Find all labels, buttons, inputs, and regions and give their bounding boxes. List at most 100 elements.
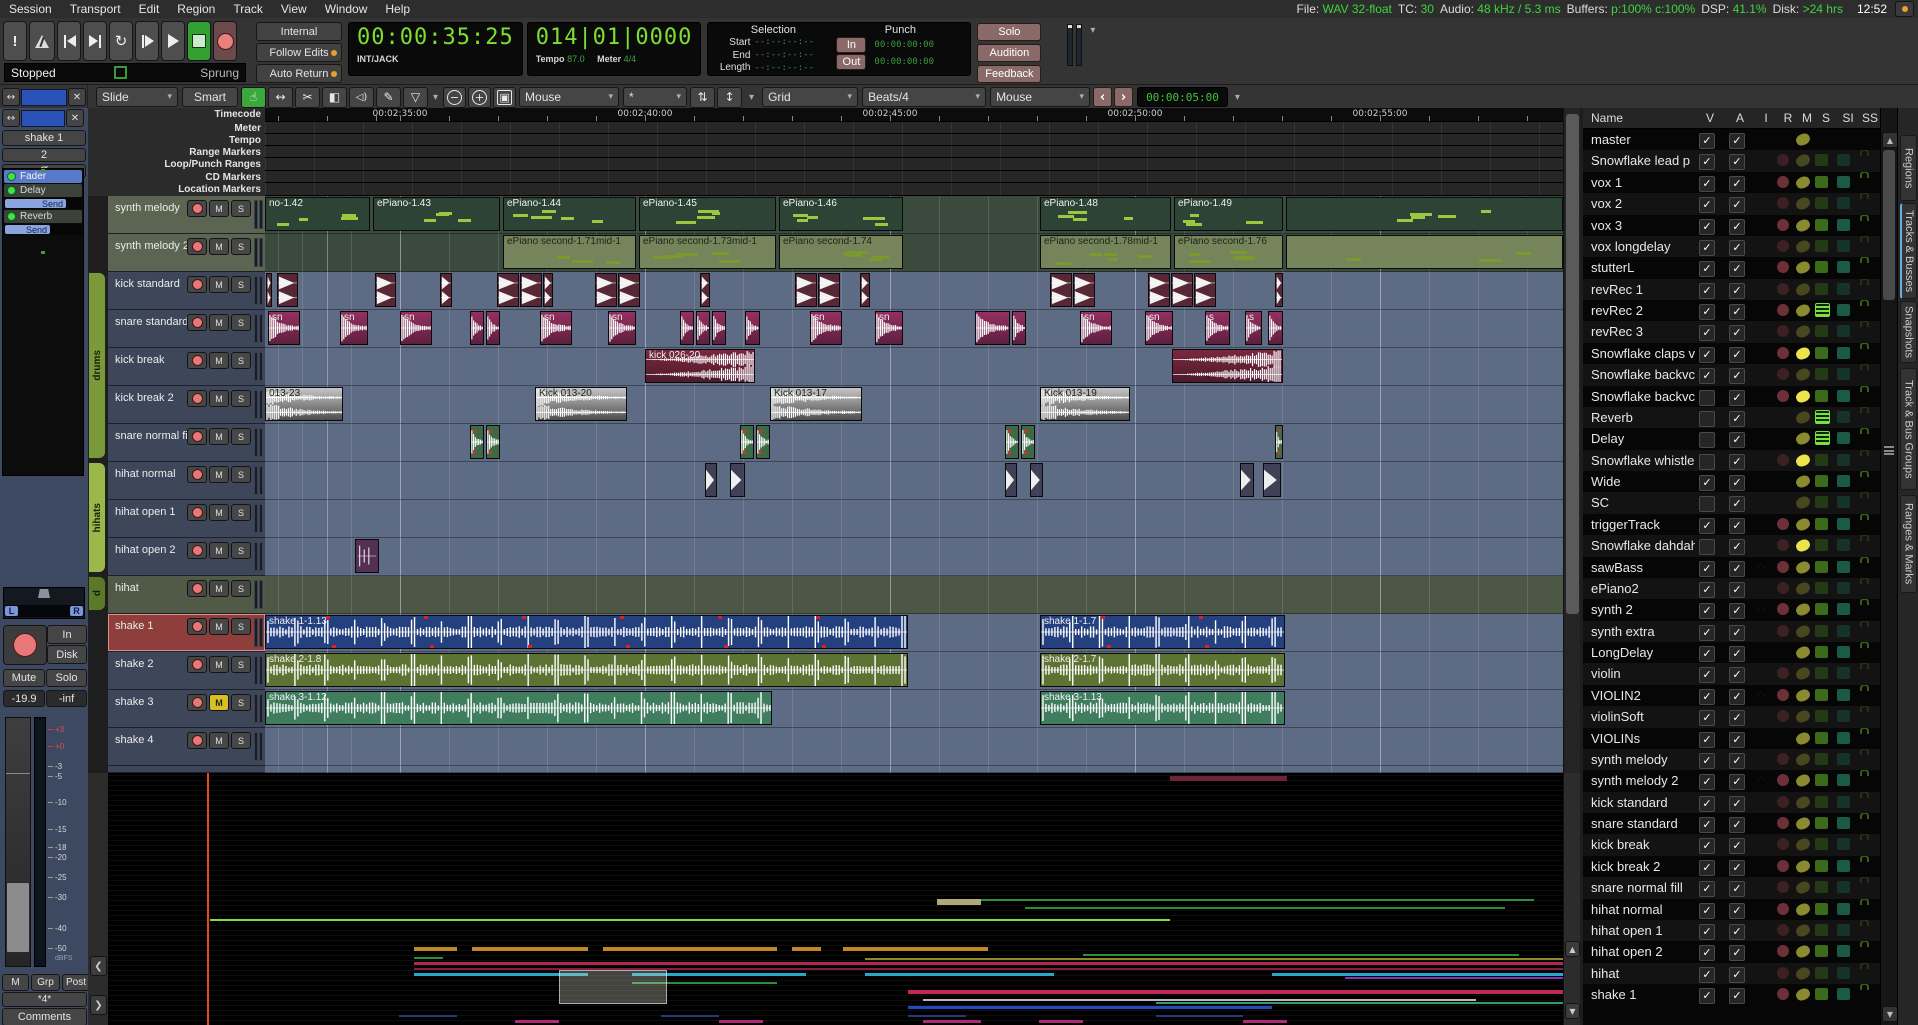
track-record-button[interactable] <box>187 618 207 635</box>
summary-view-rectangle[interactable] <box>559 970 667 1005</box>
audio-region[interactable]: sn <box>540 311 572 345</box>
audio-region[interactable] <box>1021 425 1035 459</box>
nudge-clock[interactable]: 00:00:05:00 <box>1137 87 1228 107</box>
track-list-row[interactable]: hihat✓✓ <box>1583 963 1880 984</box>
active-checkbox[interactable]: ✓ <box>1729 625 1745 641</box>
column-header-name[interactable]: Name <box>1591 111 1623 125</box>
active-checkbox[interactable]: ✓ <box>1729 838 1745 854</box>
menu-transport[interactable]: Transport <box>61 2 130 16</box>
track-record-button[interactable] <box>187 504 207 521</box>
track-list-row[interactable]: kick break ✓ ✓ <box>1583 834 1880 855</box>
audio-region[interactable] <box>1148 273 1170 307</box>
track-lane-snare-standard[interactable]: snsnsnsnsnsnsnsnsnss <box>265 310 1563 348</box>
row-track-name[interactable]: violinSoft <box>1591 709 1695 724</box>
visible-checkbox[interactable] <box>1699 432 1715 448</box>
menu-window[interactable]: Window <box>316 2 377 16</box>
track-record-button[interactable] <box>187 732 207 749</box>
zoom-out-button[interactable]: − <box>443 87 466 108</box>
summary-overview[interactable] <box>108 773 1563 1025</box>
audio-region[interactable] <box>795 273 817 307</box>
active-checkbox[interactable]: ✓ <box>1729 240 1745 256</box>
active-checkbox[interactable]: ✓ <box>1729 582 1745 598</box>
track-list-row[interactable]: hihat normal✓✓ <box>1583 899 1880 920</box>
ruler-label-loop-punch-ranges[interactable]: Loop/Punch Ranges <box>164 159 261 170</box>
visible-checkbox[interactable]: ✓ <box>1699 561 1715 577</box>
grab-tool-button[interactable]: ☝ <box>241 87 266 108</box>
audition-button[interactable]: Audition <box>977 44 1041 62</box>
toolbar-chevron[interactable]: ▾ <box>1235 92 1240 103</box>
visible-checkbox[interactable]: ✓ <box>1699 838 1715 854</box>
track-list-row[interactable]: synth 2✓✓ <box>1583 599 1880 620</box>
visible-checkbox[interactable]: ✓ <box>1699 240 1715 256</box>
visible-checkbox[interactable]: ✓ <box>1699 176 1715 192</box>
punch-in-button[interactable]: In <box>836 37 866 53</box>
punch-out-button[interactable]: Out <box>836 54 866 70</box>
audio-region[interactable] <box>497 273 519 307</box>
processor-led[interactable] <box>7 212 16 221</box>
active-checkbox[interactable]: ✓ <box>1729 154 1745 170</box>
track-name[interactable]: synth melody 2 <box>115 240 189 252</box>
row-track-name[interactable]: kick break <box>1591 837 1695 852</box>
track-header-shake-1[interactable]: shake 1MS <box>108 614 265 652</box>
track-list-row[interactable]: stutterL✓✓ <box>1583 257 1880 278</box>
track-header-kick-break-2[interactable]: kick break 2MS <box>108 386 265 424</box>
track-mute-button[interactable]: M <box>209 656 229 673</box>
audio-region[interactable] <box>266 273 272 307</box>
track-name[interactable]: hihat open 2 <box>115 544 176 556</box>
audio-region[interactable] <box>700 273 710 307</box>
ruler-row[interactable] <box>265 183 1563 196</box>
track-header-kick-standard[interactable]: kick standardMS <box>108 272 265 310</box>
panel-tab-ranges-marks[interactable]: Ranges & Marks <box>1900 495 1917 593</box>
audio-region[interactable]: shake 2-1.7 <box>1040 653 1285 687</box>
visible-checkbox[interactable] <box>1699 390 1715 406</box>
audio-region[interactable] <box>696 311 710 345</box>
row-track-name[interactable]: vox longdelay <box>1591 239 1695 254</box>
visible-checkbox[interactable]: ✓ <box>1699 261 1715 277</box>
audio-region[interactable] <box>595 273 617 307</box>
track-solo-button[interactable]: S <box>231 694 251 711</box>
track-solo-button[interactable]: S <box>231 238 251 255</box>
midi-region[interactable] <box>1286 235 1563 269</box>
auto-return-button[interactable]: Auto Return <box>256 64 342 83</box>
pan-handle[interactable] <box>38 589 50 598</box>
visible-checkbox[interactable]: ✓ <box>1699 710 1715 726</box>
track-name[interactable]: shake 2 <box>115 658 154 670</box>
track-list-row[interactable]: shake 1✓✓ <box>1583 984 1880 1005</box>
track-record-button[interactable] <box>187 542 207 559</box>
row-track-name[interactable]: Snowflake dahdah <box>1591 538 1695 553</box>
track-list-row[interactable]: synth extra✓✓ <box>1583 621 1880 642</box>
active-checkbox[interactable]: ✓ <box>1729 539 1745 555</box>
ruler-label-meter[interactable]: Meter <box>234 123 261 134</box>
audio-region[interactable]: kick 026-20 <box>645 349 755 383</box>
summary-scroll-right-button[interactable]: ❯ <box>90 995 107 1015</box>
track-header-hihat-normal[interactable]: hihat normalMS <box>108 462 265 500</box>
track-name[interactable]: shake 3 <box>115 696 154 708</box>
processor-reverb[interactable]: Reverb <box>4 210 82 223</box>
visible-checkbox[interactable] <box>1699 411 1715 427</box>
active-checkbox[interactable]: ✓ <box>1729 903 1745 919</box>
track-list-row[interactable]: violin✓✓ <box>1583 663 1880 684</box>
row-track-name[interactable]: hihat open 1 <box>1591 923 1695 938</box>
metronome-button[interactable] <box>29 21 55 61</box>
visible-checkbox[interactable]: ✓ <box>1699 881 1715 897</box>
panel-scroll-thumb[interactable] <box>1883 150 1895 300</box>
track-name[interactable]: kick break <box>115 354 165 366</box>
shrink-tracks-button[interactable]: ⇅ <box>690 87 715 108</box>
pane-resize-handle[interactable] <box>1884 446 1894 455</box>
active-checkbox[interactable]: ✓ <box>1729 411 1745 427</box>
row-track-name[interactable]: hihat <box>1591 966 1695 981</box>
ruler-row[interactable] <box>265 171 1563 183</box>
column-header-si[interactable]: SI <box>1839 111 1857 125</box>
track-header-snare-standard[interactable]: snare standardMS <box>108 310 265 348</box>
menu-view[interactable]: View <box>272 2 316 16</box>
track-solo-button[interactable]: S <box>231 618 251 635</box>
track-name[interactable]: hihat <box>115 582 139 594</box>
track-lane-synth-melody-2[interactable]: ePiano second-1.71mid-1ePiano second-1.7… <box>265 234 1563 272</box>
panel-tab-snapshots[interactable]: Snapshots <box>1900 301 1917 363</box>
track-solo-button[interactable]: S <box>231 504 251 521</box>
track-solo-button[interactable]: S <box>231 352 251 369</box>
track-lane-snare-normal-fill[interactable] <box>265 424 1563 462</box>
audio-region[interactable]: sn <box>400 311 432 345</box>
midi-region[interactable]: ePiano second-1.73mid-1 <box>639 235 776 269</box>
active-checkbox[interactable]: ✓ <box>1729 667 1745 683</box>
